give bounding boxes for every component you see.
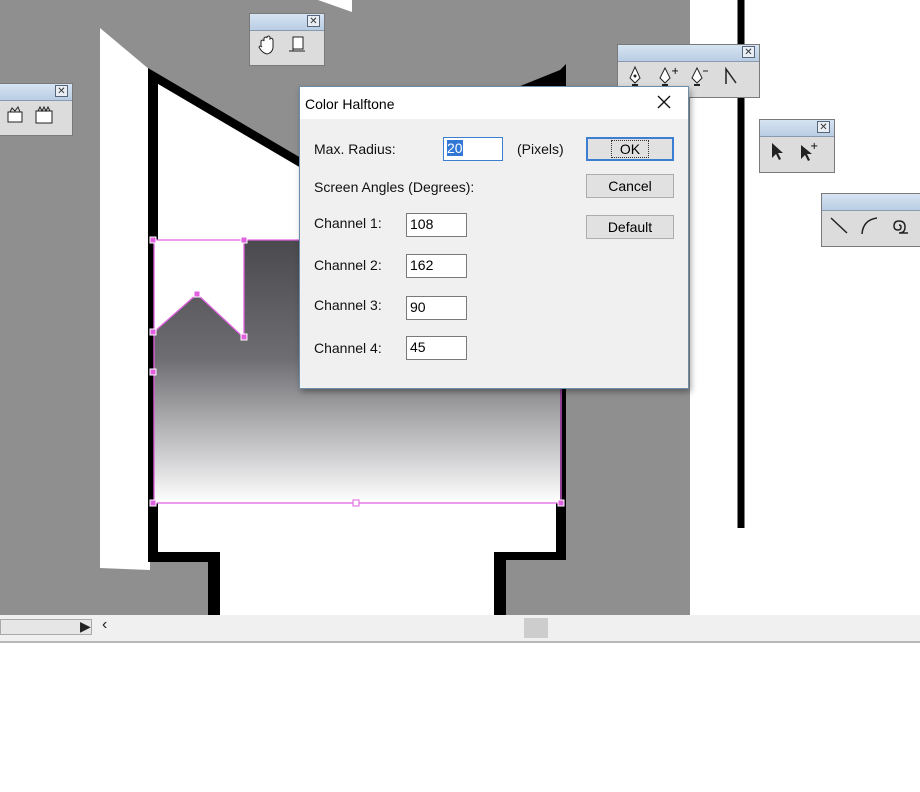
delete-anchor-icon[interactable] bbox=[688, 65, 710, 87]
scrollbar-thumb[interactable] bbox=[524, 618, 548, 638]
hand-icon[interactable] bbox=[256, 34, 278, 56]
page-tool-icon[interactable] bbox=[286, 34, 308, 56]
svg-text:+: + bbox=[810, 141, 818, 152]
channel-1-label: Channel 1: bbox=[314, 215, 382, 231]
selection-arrow-icon[interactable] bbox=[766, 140, 788, 162]
arc-icon[interactable] bbox=[858, 214, 880, 236]
scroll-right-arrow-icon[interactable]: ▶ bbox=[80, 618, 91, 635]
left-tool-palette: ✕ bbox=[0, 83, 73, 136]
close-icon[interactable] bbox=[654, 92, 674, 112]
close-icon[interactable]: ✕ bbox=[742, 46, 755, 58]
dialog-title: Color Halftone bbox=[305, 96, 395, 112]
pen-icon[interactable] bbox=[624, 65, 646, 87]
default-button[interactable]: Default bbox=[586, 215, 674, 239]
line-tool-palette bbox=[821, 193, 920, 247]
color-halftone-dialog: Color Halftone Max. Radius: 20 (Pixels) … bbox=[299, 86, 689, 389]
dialog-titlebar: Color Halftone bbox=[300, 87, 688, 119]
channel-4-label: Channel 4: bbox=[314, 340, 382, 356]
close-icon[interactable]: ✕ bbox=[817, 121, 830, 133]
max-radius-unit: (Pixels) bbox=[517, 141, 564, 157]
screen-angles-label: Screen Angles (Degrees): bbox=[314, 179, 475, 195]
channel-3-input[interactable]: 90 bbox=[406, 296, 467, 320]
channel-4-input[interactable]: 45 bbox=[406, 336, 467, 360]
spiral-icon[interactable] bbox=[888, 214, 910, 236]
max-radius-label: Max. Radius: bbox=[314, 141, 396, 157]
line-segment-icon[interactable] bbox=[828, 214, 850, 236]
add-anchor-icon[interactable]: + bbox=[656, 65, 678, 87]
direct-select-icon[interactable]: + bbox=[796, 140, 818, 162]
ok-button[interactable]: OK bbox=[586, 137, 674, 161]
channel-3-label: Channel 3: bbox=[314, 297, 382, 313]
cancel-button[interactable]: Cancel bbox=[586, 174, 674, 198]
channel-1-input[interactable]: 108 bbox=[406, 213, 467, 237]
close-icon[interactable]: ✕ bbox=[55, 85, 68, 97]
scroll-left-arrow-icon[interactable]: ‹ bbox=[102, 616, 107, 634]
max-radius-input[interactable]: 20 bbox=[443, 137, 503, 161]
crop-icon[interactable] bbox=[3, 104, 25, 126]
scrollbar-left-segment[interactable] bbox=[0, 619, 92, 635]
channel-2-label: Channel 2: bbox=[314, 257, 382, 273]
hand-tool-palette: ✕ bbox=[249, 13, 325, 66]
slice-icon[interactable] bbox=[33, 104, 55, 126]
channel-2-input[interactable]: 162 bbox=[406, 254, 467, 278]
convert-anchor-icon[interactable] bbox=[720, 65, 742, 87]
close-icon[interactable]: ✕ bbox=[307, 15, 320, 27]
selection-tool-palette: ✕ + bbox=[759, 119, 835, 173]
svg-text:+: + bbox=[671, 66, 678, 77]
horizontal-scrollbar[interactable]: ▶ ‹ bbox=[0, 615, 920, 643]
